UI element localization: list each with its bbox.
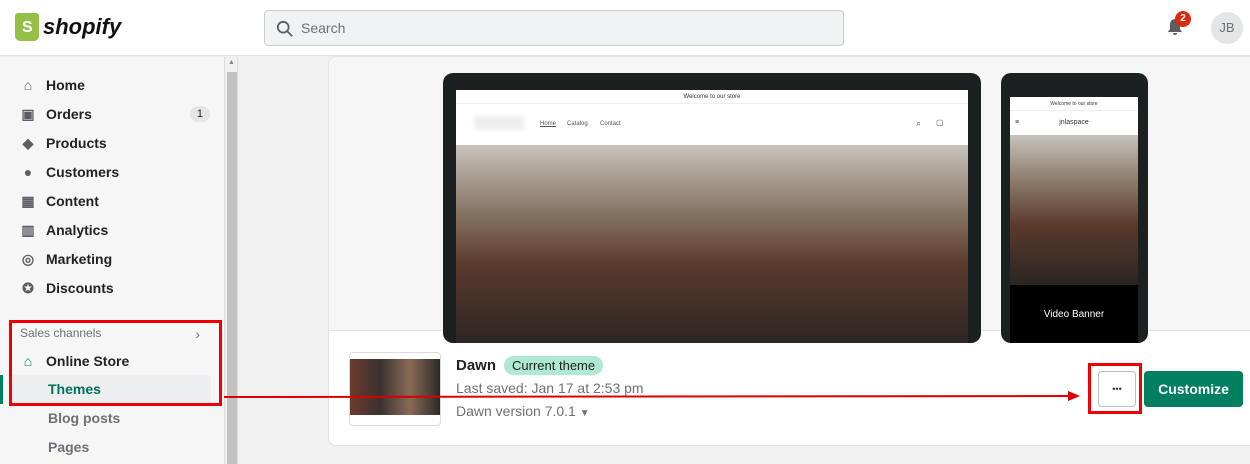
annotation-arrow: [223, 391, 1080, 401]
